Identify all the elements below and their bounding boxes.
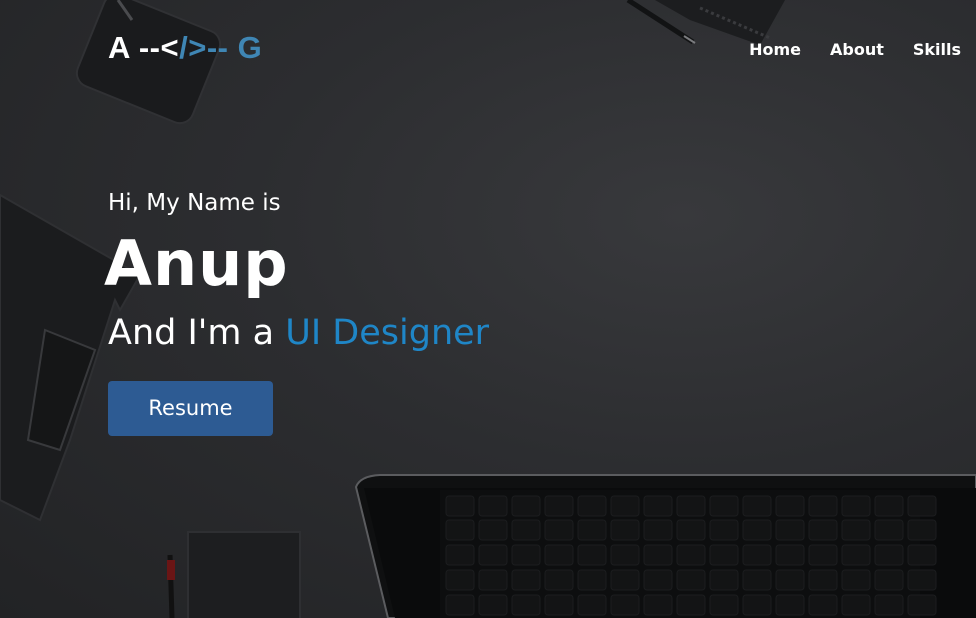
nav-link-skills[interactable]: Skills: [913, 39, 961, 61]
keyboard-key: [577, 594, 607, 616]
keyboard-key: [610, 519, 640, 541]
keyboard-key: [610, 594, 640, 616]
keyboard-key: [841, 519, 871, 541]
keyboard-key: [445, 569, 475, 591]
keyboard-key: [709, 495, 739, 517]
keyboard-key: [907, 495, 937, 517]
keyboard-key: [874, 495, 904, 517]
keyboard-keys: [445, 495, 937, 616]
keyboard-key: [676, 544, 706, 566]
keyboard-key: [709, 569, 739, 591]
main-nav: Home About Skills: [749, 39, 961, 61]
logo-part-initial: A --<: [108, 30, 180, 65]
keyboard-key: [874, 544, 904, 566]
keyboard-key: [841, 569, 871, 591]
keyboard-key: [643, 495, 673, 517]
keyboard-key: [511, 569, 541, 591]
keyboard-key: [742, 594, 772, 616]
keyboard-key: [544, 519, 574, 541]
keyboard-key: [676, 495, 706, 517]
keyboard-key: [478, 544, 508, 566]
keyboard-key: [478, 594, 508, 616]
hero-role: And I'm a UI Designer: [108, 310, 489, 356]
keyboard-key: [841, 594, 871, 616]
keyboard-key: [676, 569, 706, 591]
keyboard-key: [511, 594, 541, 616]
keyboard-key: [544, 569, 574, 591]
keyboard-key: [577, 544, 607, 566]
resume-button[interactable]: Resume: [108, 381, 273, 436]
logo-part-code: />--: [179, 30, 229, 65]
keyboard-key: [742, 544, 772, 566]
keyboard-key: [874, 569, 904, 591]
keyboard-key: [775, 594, 805, 616]
keyboard-key: [610, 544, 640, 566]
keyboard-key: [841, 544, 871, 566]
keyboard-key: [676, 519, 706, 541]
hero-role-prefix: And I'm a: [108, 313, 286, 353]
keyboard-key: [445, 495, 475, 517]
keyboard-key: [709, 519, 739, 541]
keyboard-key: [907, 519, 937, 541]
keyboard-key: [610, 569, 640, 591]
keyboard-key: [709, 594, 739, 616]
logo-part-end: G: [228, 30, 263, 65]
keyboard-key: [676, 594, 706, 616]
hero-name: Anup: [104, 227, 289, 300]
nav-link-about[interactable]: About: [830, 39, 884, 61]
keyboard-key: [544, 495, 574, 517]
keyboard-key: [808, 569, 838, 591]
keyboard-key: [907, 569, 937, 591]
keyboard-key: [874, 594, 904, 616]
keyboard-key: [643, 569, 673, 591]
keyboard-key: [478, 569, 508, 591]
keyboard-key: [742, 569, 772, 591]
keyboard-key: [775, 569, 805, 591]
keyboard-key: [907, 594, 937, 616]
nav-link-home[interactable]: Home: [749, 39, 801, 61]
keyboard-key: [643, 544, 673, 566]
keyboard-key: [445, 544, 475, 566]
hero-greeting: Hi, My Name is: [108, 190, 281, 216]
keyboard-key: [544, 594, 574, 616]
keyboard-key: [775, 519, 805, 541]
keyboard-key: [808, 519, 838, 541]
keyboard-key: [511, 544, 541, 566]
keyboard-key: [775, 495, 805, 517]
keyboard-key: [577, 569, 607, 591]
keyboard-key: [742, 495, 772, 517]
keyboard-key: [577, 495, 607, 517]
site-logo[interactable]: A --</>-- G: [108, 30, 262, 66]
keyboard-key: [478, 519, 508, 541]
keyboard-key: [643, 519, 673, 541]
keyboard-key: [544, 544, 574, 566]
keyboard-key: [610, 495, 640, 517]
keyboard-key: [907, 544, 937, 566]
keyboard-key: [445, 594, 475, 616]
keyboard-key: [445, 519, 475, 541]
keyboard-key: [709, 544, 739, 566]
hero-role-highlight: UI Designer: [285, 313, 490, 353]
keyboard-key: [742, 519, 772, 541]
keyboard-key: [841, 495, 871, 517]
keyboard-key: [808, 495, 838, 517]
keyboard-key: [577, 519, 607, 541]
keyboard-key: [511, 519, 541, 541]
hero-background: [0, 0, 976, 618]
keyboard-key: [511, 495, 541, 517]
keyboard-key: [808, 594, 838, 616]
keyboard-key: [874, 519, 904, 541]
keyboard-key: [775, 544, 805, 566]
keyboard-key: [478, 495, 508, 517]
keyboard-key: [808, 544, 838, 566]
keyboard-key: [643, 594, 673, 616]
